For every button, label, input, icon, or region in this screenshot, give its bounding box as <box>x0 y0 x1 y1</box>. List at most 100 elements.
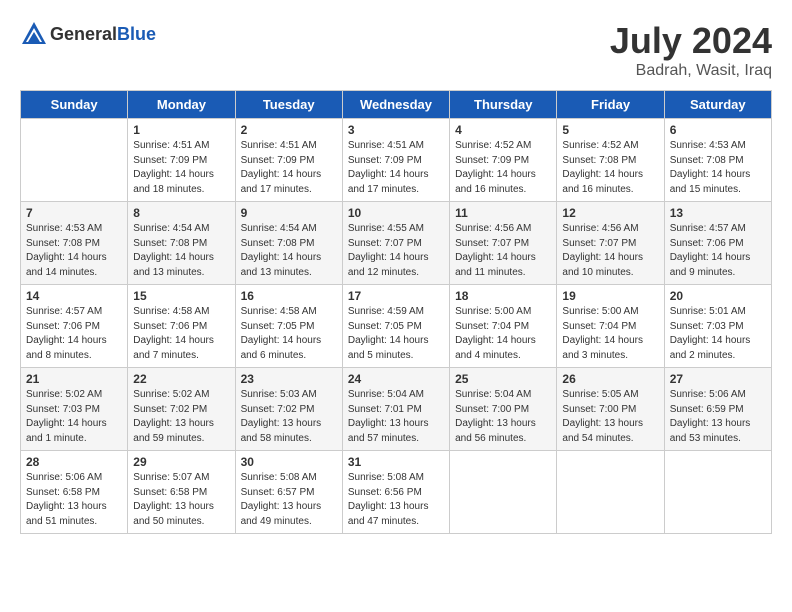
day-info: Sunrise: 5:03 AM Sunset: 7:02 PM Dayligh… <box>241 388 337 446</box>
day-info: Sunrise: 5:02 AM Sunset: 7:02 PM Dayligh… <box>133 388 229 446</box>
calendar-cell: 23 Sunrise: 5:03 AM Sunset: 7:02 PM Dayli… <box>235 368 342 451</box>
calendar-cell <box>664 451 771 534</box>
calendar-cell: 17 Sunrise: 4:59 AM Sunset: 7:05 PM Dayli… <box>342 285 449 368</box>
calendar-cell: 31 Sunrise: 5:08 AM Sunset: 6:56 PM Dayli… <box>342 451 449 534</box>
day-number: 8 <box>133 206 229 220</box>
day-number: 18 <box>455 289 551 303</box>
day-info: Sunrise: 4:51 AM Sunset: 7:09 PM Dayligh… <box>241 139 337 197</box>
day-info: Sunrise: 5:06 AM Sunset: 6:58 PM Dayligh… <box>26 471 122 529</box>
day-number: 23 <box>241 372 337 386</box>
day-info: Sunrise: 5:02 AM Sunset: 7:03 PM Dayligh… <box>26 388 122 446</box>
title-area: July 2024 Badrah, Wasit, Iraq <box>610 20 772 80</box>
calendar-week-row: 14Sunrise: 4:57 AM Sunset: 7:06 PM Dayli… <box>21 285 772 368</box>
day-info: Sunrise: 4:51 AM Sunset: 7:09 PM Dayligh… <box>348 139 444 197</box>
calendar-cell <box>557 451 664 534</box>
calendar-cell: 27 Sunrise: 5:06 AM Sunset: 6:59 PM Dayli… <box>664 368 771 451</box>
calendar-cell: 3 Sunrise: 4:51 AM Sunset: 7:09 PM Daylig… <box>342 119 449 202</box>
day-info: Sunrise: 4:53 AM Sunset: 7:08 PM Dayligh… <box>670 139 766 197</box>
day-number: 9 <box>241 206 337 220</box>
column-header-monday: Monday <box>128 91 235 119</box>
calendar-cell: 16Sunrise: 4:58 AM Sunset: 7:05 PM Dayli… <box>235 285 342 368</box>
calendar-cell: 10Sunrise: 4:55 AM Sunset: 7:07 PM Dayli… <box>342 202 449 285</box>
day-info: Sunrise: 4:51 AM Sunset: 7:09 PM Dayligh… <box>133 139 229 197</box>
day-info: Sunrise: 5:04 AM Sunset: 7:00 PM Dayligh… <box>455 388 551 446</box>
calendar-cell: 22 Sunrise: 5:02 AM Sunset: 7:02 PM Dayli… <box>128 368 235 451</box>
day-number: 5 <box>562 123 658 137</box>
day-number: 29 <box>133 455 229 469</box>
day-info: Sunrise: 4:54 AM Sunset: 7:08 PM Dayligh… <box>241 222 337 280</box>
calendar-cell: 25 Sunrise: 5:04 AM Sunset: 7:00 PM Dayli… <box>450 368 557 451</box>
day-number: 3 <box>348 123 444 137</box>
calendar-cell: 2 Sunrise: 4:51 AM Sunset: 7:09 PM Daylig… <box>235 119 342 202</box>
day-number: 11 <box>455 206 551 220</box>
day-info: Sunrise: 4:58 AM Sunset: 7:05 PM Dayligh… <box>241 305 337 363</box>
day-number: 10 <box>348 206 444 220</box>
day-number: 2 <box>241 123 337 137</box>
calendar-cell: 19Sunrise: 5:00 AM Sunset: 7:04 PM Dayli… <box>557 285 664 368</box>
calendar-week-row: 7 Sunrise: 4:53 AM Sunset: 7:08 PM Daylig… <box>21 202 772 285</box>
day-info: Sunrise: 4:52 AM Sunset: 7:09 PM Dayligh… <box>455 139 551 197</box>
main-title: July 2024 <box>610 20 772 62</box>
column-header-thursday: Thursday <box>450 91 557 119</box>
day-info: Sunrise: 4:59 AM Sunset: 7:05 PM Dayligh… <box>348 305 444 363</box>
day-number: 1 <box>133 123 229 137</box>
day-info: Sunrise: 4:53 AM Sunset: 7:08 PM Dayligh… <box>26 222 122 280</box>
day-info: Sunrise: 4:54 AM Sunset: 7:08 PM Dayligh… <box>133 222 229 280</box>
calendar-cell: 14Sunrise: 4:57 AM Sunset: 7:06 PM Dayli… <box>21 285 128 368</box>
day-info: Sunrise: 5:08 AM Sunset: 6:57 PM Dayligh… <box>241 471 337 529</box>
calendar-cell: 7 Sunrise: 4:53 AM Sunset: 7:08 PM Daylig… <box>21 202 128 285</box>
day-number: 31 <box>348 455 444 469</box>
day-info: Sunrise: 5:01 AM Sunset: 7:03 PM Dayligh… <box>670 305 766 363</box>
day-number: 25 <box>455 372 551 386</box>
calendar-cell: 4 Sunrise: 4:52 AM Sunset: 7:09 PM Daylig… <box>450 119 557 202</box>
day-info: Sunrise: 5:00 AM Sunset: 7:04 PM Dayligh… <box>455 305 551 363</box>
day-info: Sunrise: 4:58 AM Sunset: 7:06 PM Dayligh… <box>133 305 229 363</box>
calendar-cell: 18 Sunrise: 5:00 AM Sunset: 7:04 PM Dayli… <box>450 285 557 368</box>
calendar-cell: 30 Sunrise: 5:08 AM Sunset: 6:57 PM Dayli… <box>235 451 342 534</box>
day-info: Sunrise: 4:57 AM Sunset: 7:06 PM Dayligh… <box>26 305 122 363</box>
logo: GeneralBlue <box>20 20 156 48</box>
day-info: Sunrise: 5:08 AM Sunset: 6:56 PM Dayligh… <box>348 471 444 529</box>
day-number: 20 <box>670 289 766 303</box>
column-header-sunday: Sunday <box>21 91 128 119</box>
calendar-cell: 15Sunrise: 4:58 AM Sunset: 7:06 PM Dayli… <box>128 285 235 368</box>
day-info: Sunrise: 5:07 AM Sunset: 6:58 PM Dayligh… <box>133 471 229 529</box>
calendar-cell: 24 Sunrise: 5:04 AM Sunset: 7:01 PM Dayli… <box>342 368 449 451</box>
calendar-week-row: 28Sunrise: 5:06 AM Sunset: 6:58 PM Dayli… <box>21 451 772 534</box>
day-info: Sunrise: 4:57 AM Sunset: 7:06 PM Dayligh… <box>670 222 766 280</box>
calendar-week-row: 21 Sunrise: 5:02 AM Sunset: 7:03 PM Dayli… <box>21 368 772 451</box>
day-number: 26 <box>562 372 658 386</box>
calendar-cell <box>450 451 557 534</box>
calendar-cell: 28Sunrise: 5:06 AM Sunset: 6:58 PM Dayli… <box>21 451 128 534</box>
calendar-cell <box>21 119 128 202</box>
calendar-cell: 29 Sunrise: 5:07 AM Sunset: 6:58 PM Dayli… <box>128 451 235 534</box>
logo-text-general: General <box>50 24 117 44</box>
calendar-cell: 8 Sunrise: 4:54 AM Sunset: 7:08 PM Daylig… <box>128 202 235 285</box>
calendar-cell: 12Sunrise: 4:56 AM Sunset: 7:07 PM Dayli… <box>557 202 664 285</box>
day-number: 22 <box>133 372 229 386</box>
calendar-cell: 21 Sunrise: 5:02 AM Sunset: 7:03 PM Dayli… <box>21 368 128 451</box>
column-header-wednesday: Wednesday <box>342 91 449 119</box>
day-number: 4 <box>455 123 551 137</box>
day-number: 13 <box>670 206 766 220</box>
day-number: 21 <box>26 372 122 386</box>
day-info: Sunrise: 4:52 AM Sunset: 7:08 PM Dayligh… <box>562 139 658 197</box>
column-header-tuesday: Tuesday <box>235 91 342 119</box>
day-info: Sunrise: 4:56 AM Sunset: 7:07 PM Dayligh… <box>562 222 658 280</box>
calendar-cell: 26 Sunrise: 5:05 AM Sunset: 7:00 PM Dayli… <box>557 368 664 451</box>
calendar-cell: 5 Sunrise: 4:52 AM Sunset: 7:08 PM Daylig… <box>557 119 664 202</box>
day-number: 27 <box>670 372 766 386</box>
day-number: 24 <box>348 372 444 386</box>
day-info: Sunrise: 5:00 AM Sunset: 7:04 PM Dayligh… <box>562 305 658 363</box>
day-info: Sunrise: 5:05 AM Sunset: 7:00 PM Dayligh… <box>562 388 658 446</box>
calendar-cell: 1 Sunrise: 4:51 AM Sunset: 7:09 PM Daylig… <box>128 119 235 202</box>
logo-icon <box>20 20 48 48</box>
day-info: Sunrise: 5:04 AM Sunset: 7:01 PM Dayligh… <box>348 388 444 446</box>
day-number: 30 <box>241 455 337 469</box>
day-number: 6 <box>670 123 766 137</box>
day-number: 17 <box>348 289 444 303</box>
day-number: 7 <box>26 206 122 220</box>
page-header: GeneralBlue July 2024 Badrah, Wasit, Ira… <box>20 20 772 80</box>
day-info: Sunrise: 5:06 AM Sunset: 6:59 PM Dayligh… <box>670 388 766 446</box>
column-header-saturday: Saturday <box>664 91 771 119</box>
